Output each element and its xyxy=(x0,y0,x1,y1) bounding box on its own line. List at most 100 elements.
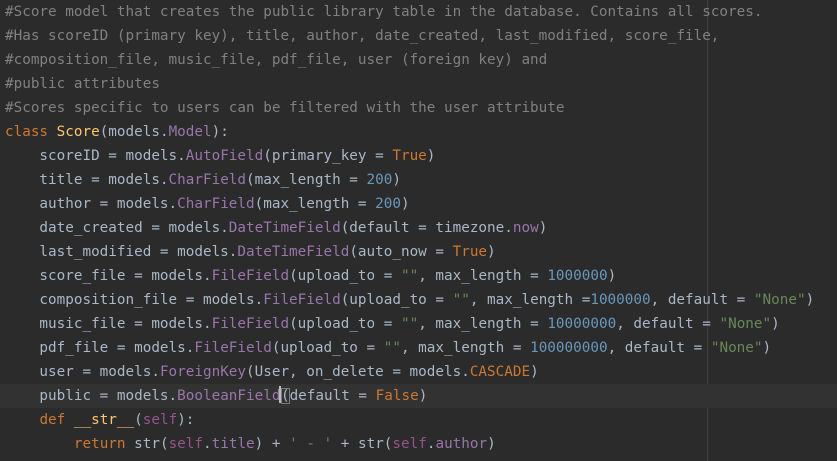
member-token: FileField xyxy=(211,316,290,332)
comment-token: #Score model that creates the public lib… xyxy=(5,4,763,20)
code-text: ) + xyxy=(254,436,290,452)
code-line[interactable]: score_file = models.FileField(upload_to … xyxy=(0,264,837,288)
code-text: last_modified = models. xyxy=(5,244,238,260)
code-text: (User, on_delete = models. xyxy=(246,364,470,380)
code-line[interactable]: #Has scoreID (primary key), title, autho… xyxy=(0,24,837,48)
code-line[interactable]: #public attributes xyxy=(0,72,837,96)
code-text: , max_length = xyxy=(418,316,548,332)
code-text: ) xyxy=(392,172,401,188)
code-text: , max_length = xyxy=(418,268,548,284)
code-text: (upload_to = xyxy=(289,268,401,284)
keyword-token: True xyxy=(452,244,488,260)
class-name-token: Score xyxy=(56,124,100,140)
code-text: (upload_to = xyxy=(340,292,453,308)
class-name-token: __str__ xyxy=(73,412,135,428)
keyword-token: True xyxy=(392,148,427,164)
member-token: title xyxy=(211,436,255,452)
code-line-current[interactable]: public = models.BooleanField(default = F… xyxy=(0,384,837,408)
code-text: ) xyxy=(538,220,548,236)
code-text: ) xyxy=(426,148,436,164)
code-text: title = models. xyxy=(5,172,169,188)
keyword-token: False xyxy=(375,388,419,404)
member-token: now xyxy=(512,220,539,236)
string-token: "None" xyxy=(719,316,772,332)
matched-paren: ( xyxy=(280,388,290,404)
code-text: music_file = models. xyxy=(5,316,212,332)
code-lines: #Score model that creates the public lib… xyxy=(0,0,837,456)
self-token: self xyxy=(142,412,178,428)
code-line[interactable]: last_modified = models.DateTimeField(aut… xyxy=(0,240,837,264)
code-text: (upload_to = xyxy=(271,340,384,356)
keyword-token: CASCADE xyxy=(469,364,531,380)
member-token: DateTimeField xyxy=(237,244,350,260)
string-token: "" xyxy=(452,292,470,308)
code-text: user = models. xyxy=(5,364,160,380)
code-text: ) xyxy=(530,364,539,380)
string-token: "" xyxy=(383,340,401,356)
member-token: CharField xyxy=(177,196,255,212)
code-text: . xyxy=(203,436,212,452)
comment-token: #Has scoreID (primary key), title, autho… xyxy=(5,28,720,44)
code-text: scoreID = models. xyxy=(5,148,186,164)
member-token: Model xyxy=(168,124,212,140)
code-line[interactable]: date_created = models.DateTimeField(defa… xyxy=(0,216,837,240)
code-text: (upload_to = xyxy=(289,316,401,332)
code-line[interactable]: title = models.CharField(max_length = 20… xyxy=(0,168,837,192)
member-token: BooleanField xyxy=(177,388,281,404)
number-token: 10000000 xyxy=(547,316,617,332)
code-line[interactable]: #Score model that creates the public lib… xyxy=(0,0,837,24)
keyword-token: def xyxy=(39,412,74,428)
number-token: 1000000 xyxy=(590,292,651,308)
number-token: 1000000 xyxy=(547,268,608,284)
code-text: pdf_file = models. xyxy=(5,340,195,356)
code-line[interactable]: class Score(models.Model): xyxy=(0,120,837,144)
code-text: + str( xyxy=(332,436,393,452)
code-text: score_file = models. xyxy=(5,268,212,284)
code-text: , default = xyxy=(616,316,720,332)
code-text: author = models. xyxy=(5,196,178,212)
code-line[interactable]: author = models.CharField(max_length = 2… xyxy=(0,192,837,216)
code-text: str( xyxy=(134,436,169,452)
code-editor[interactable]: #Score model that creates the public lib… xyxy=(0,0,837,461)
comment-token: #public attributes xyxy=(5,76,160,92)
code-text: , max_length = xyxy=(469,292,591,308)
string-token: "" xyxy=(400,316,419,332)
self-token: self xyxy=(392,436,427,452)
member-token: AutoField xyxy=(185,148,264,164)
member-token: author xyxy=(435,436,488,452)
member-token: ForeignKey xyxy=(159,364,247,380)
string-token: ' - ' xyxy=(289,436,333,452)
code-line[interactable]: return str(self.title) + ' - ' + str(sel… xyxy=(0,432,837,456)
string-token: "" xyxy=(400,268,419,284)
code-text: ( xyxy=(134,412,143,428)
code-line[interactable]: composition_file = models.FileField(uplo… xyxy=(0,288,837,312)
code-text: , default = xyxy=(650,292,754,308)
string-token: "None" xyxy=(753,292,806,308)
code-text: (primary_key = xyxy=(263,148,393,164)
number-token: 200 xyxy=(366,172,393,188)
keyword-token: return xyxy=(73,436,135,452)
code-line[interactable]: scoreID = models.AutoField(primary_key =… xyxy=(0,144,837,168)
code-text: ) xyxy=(487,244,496,260)
member-token: DateTimeField xyxy=(228,220,341,236)
code-text: (default = timezone. xyxy=(340,220,513,236)
code-text: ) xyxy=(771,316,780,332)
code-line[interactable]: music_file = models.FileField(upload_to … xyxy=(0,312,837,336)
code-text: ) xyxy=(400,196,410,212)
code-text: ) xyxy=(762,340,772,356)
comment-token: #Scores specific to users can be filtere… xyxy=(5,100,565,116)
number-token: 200 xyxy=(375,196,401,212)
string-token: "None" xyxy=(710,340,763,356)
code-line[interactable]: #composition_file, music_file, pdf_file,… xyxy=(0,48,837,72)
code-text: ) xyxy=(487,436,496,452)
code-text: , default = xyxy=(607,340,711,356)
code-line[interactable]: def __str__(self): xyxy=(0,408,837,432)
code-text: (default = xyxy=(280,388,376,404)
keyword-token: class xyxy=(5,124,57,140)
code-line[interactable]: #Scores specific to users can be filtere… xyxy=(0,96,837,120)
code-line[interactable]: user = models.ForeignKey(User, on_delete… xyxy=(0,360,837,384)
code-line[interactable]: pdf_file = models.FileField(upload_to = … xyxy=(0,336,837,360)
code-text: (models. xyxy=(99,124,169,140)
code-text: ): xyxy=(211,124,229,140)
